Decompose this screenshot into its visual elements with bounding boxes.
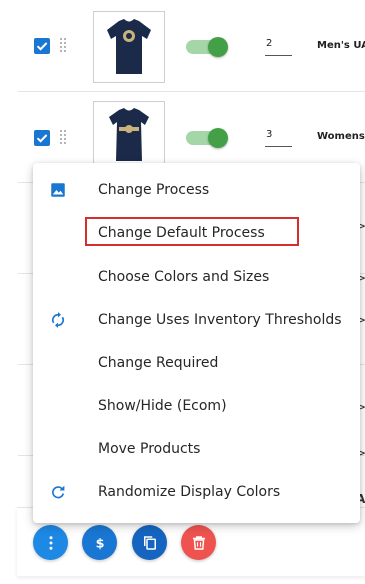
check-icon [36,134,48,143]
drag-handle-icon[interactable] [60,38,66,52]
product-thumbnail[interactable] [93,11,165,83]
menu-item-randomize-colors[interactable]: Randomize Display Colors [33,473,360,513]
pricing-button[interactable]: $ [82,525,117,560]
menu-item-show-hide-ecom[interactable]: Show/Hide (Ecom) [33,387,360,427]
menu-item-change-process[interactable]: Change Process [33,171,360,211]
more-options-button[interactable] [33,525,68,560]
row-checkbox[interactable] [34,38,50,54]
product-name: Womens [317,131,365,142]
menu-item-change-required[interactable]: Change Required [33,344,360,384]
check-icon [36,42,48,51]
sync-icon [52,312,64,328]
highlight-box [85,217,299,246]
copy-icon [143,535,156,550]
refresh-icon [52,485,65,499]
image-icon [51,183,65,197]
row-checkbox[interactable] [34,130,50,146]
shirt-image [107,19,151,74]
drag-handle-icon[interactable] [60,130,66,144]
dollar-icon: $ [95,536,104,551]
svg-text:$: $ [95,536,104,551]
menu-item-choose-colors-sizes[interactable]: Choose Colors and Sizes [33,258,360,298]
product-name: Men's UA [317,40,365,51]
copy-button[interactable] [132,525,167,560]
active-toggle[interactable] [186,128,228,148]
more-vert-icon [49,535,52,550]
shirt-image [109,107,149,161]
quantity-input[interactable]: 3 [265,125,292,147]
active-toggle[interactable] [186,37,228,57]
menu-item-move-products[interactable]: Move Products [33,430,360,470]
product-thumbnail[interactable] [93,101,165,163]
delete-button[interactable] [181,525,216,560]
bulk-actions-menu: Change Process Change Default Process Ch… [33,163,360,523]
trash-icon [192,535,205,550]
quantity-input[interactable]: 2 [265,34,292,56]
menu-item-change-inventory-thresholds[interactable]: Change Uses Inventory Thresholds [33,301,360,341]
